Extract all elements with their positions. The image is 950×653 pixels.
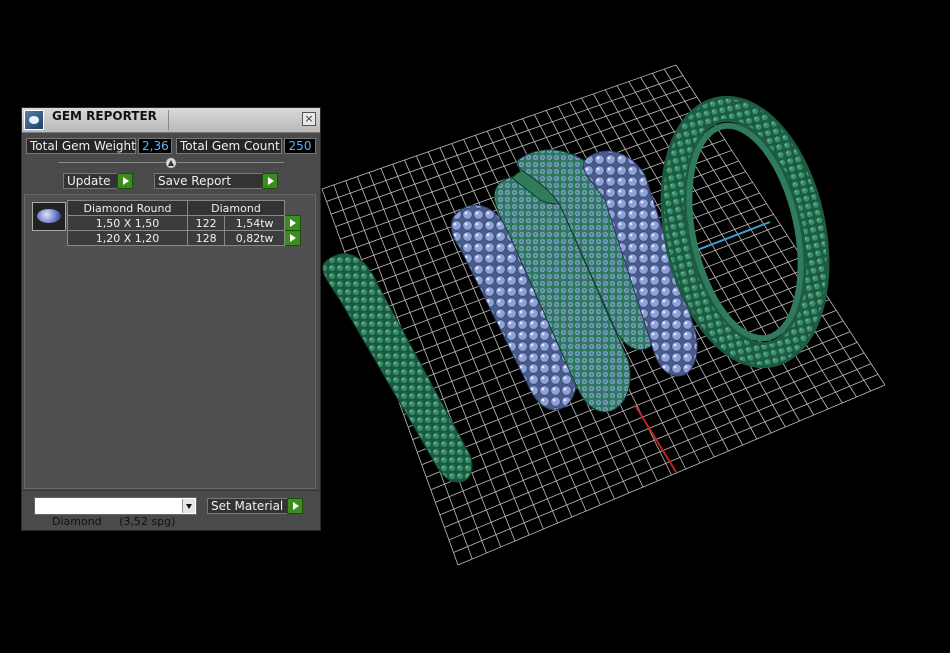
chevron-down-icon[interactable]: [182, 499, 195, 513]
table-row[interactable]: 1,20 X 1,20 128 0,82tw: [67, 230, 301, 246]
gem-table: Diamond Round Diamond 1,50 X 1,50 122 1,…: [67, 200, 301, 246]
play-arrow-icon[interactable]: [284, 230, 301, 246]
gem-reporter-icon: [24, 110, 44, 130]
table-header: Diamond Round: [67, 200, 188, 216]
update-button[interactable]: Update: [63, 173, 133, 189]
gem-weight-cell: 1,54tw: [224, 215, 285, 231]
play-arrow-icon[interactable]: [284, 215, 301, 231]
collapse-handle-icon[interactable]: ▲: [165, 157, 177, 169]
material-select[interactable]: Diamond (3,52 spg): [34, 497, 197, 528]
bottom-divider: [22, 490, 320, 491]
material-select-value: Diamond (3,52 spg): [52, 515, 176, 528]
gem-count-cell: 128: [186, 230, 226, 246]
total-gem-weight-value: 2,36: [138, 138, 172, 154]
gem-thumbnail-icon[interactable]: [32, 202, 66, 231]
panel-titlebar[interactable]: GEM REPORTER ×: [22, 108, 320, 133]
x-axis-red: [634, 404, 677, 473]
set-material-button[interactable]: Set Material: [207, 498, 303, 514]
grid-line: [444, 352, 865, 528]
play-arrow-icon[interactable]: [262, 173, 278, 189]
update-label: Update: [67, 174, 111, 188]
total-gem-count-value: 250: [284, 138, 316, 154]
table-header-row: Diamond Round Diamond: [67, 200, 301, 216]
gem-size-cell: 1,50 X 1,50: [67, 215, 188, 231]
total-gem-count-label: Total Gem Count: [176, 138, 282, 154]
save-report-label: Save Report: [158, 174, 232, 188]
gem-size-cell: 1,20 X 1,20: [67, 230, 188, 246]
save-report-button[interactable]: Save Report: [154, 173, 278, 189]
set-material-label: Set Material: [211, 499, 284, 513]
grid-line: [457, 384, 886, 566]
table-row[interactable]: 1,50 X 1,50 122 1,54tw: [67, 215, 301, 231]
gem-reporter-panel: GEM REPORTER × Total Gem Weight 2,36 Tot…: [21, 107, 321, 531]
panel-title: GEM REPORTER: [52, 109, 157, 123]
title-divider: [168, 110, 169, 130]
total-gem-weight-label: Total Gem Weight: [26, 138, 136, 154]
grid-line: [448, 363, 872, 541]
gem-weight-cell: 0,82tw: [224, 230, 285, 246]
grid-line: [453, 373, 879, 553]
play-arrow-icon[interactable]: [287, 498, 303, 514]
table-header: Diamond: [187, 200, 285, 216]
close-icon[interactable]: ×: [302, 112, 316, 126]
play-arrow-icon[interactable]: [117, 173, 133, 189]
gem-count-cell: 122: [186, 215, 226, 231]
